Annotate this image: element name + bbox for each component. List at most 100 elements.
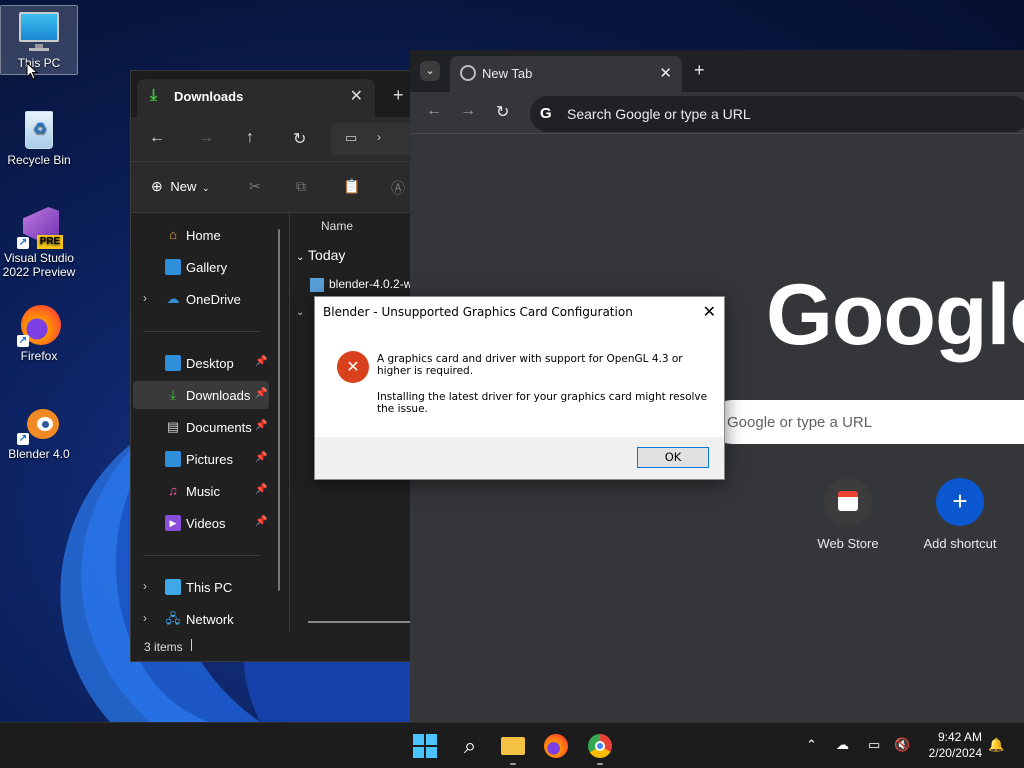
address-bar[interactable]: ▭ › — [331, 123, 419, 155]
chevron-right-icon[interactable]: › — [143, 291, 147, 305]
running-indicator — [510, 763, 516, 765]
document-icon: ▤ — [166, 419, 180, 434]
pin-icon[interactable]: 📌 — [255, 516, 267, 527]
back-arrow-icon[interactable]: ← — [149, 129, 165, 147]
status-divider — [191, 639, 192, 651]
start-button[interactable] — [410, 731, 440, 761]
explorer-tab-downloads[interactable]: ⤓ Downloads ✕ — [137, 79, 375, 117]
omnibox-placeholder: Search Google or type a URL — [567, 106, 751, 122]
cut-icon[interactable]: ✂ — [249, 178, 261, 195]
close-icon[interactable]: ✕ — [703, 302, 716, 321]
sidebar-scrollbar[interactable] — [278, 229, 280, 591]
onedrive-offline-icon[interactable]: ☁ — [836, 737, 849, 753]
dialog-message: A graphics card and driver with support … — [377, 353, 712, 415]
paste-icon[interactable]: 📋 — [343, 178, 360, 195]
sidebar-item-videos[interactable]: ▶ Videos 📌 — [133, 509, 269, 537]
ntp-search-box[interactable]: Google or type a URL — [710, 400, 1024, 444]
network-icon: 🖧 — [165, 611, 181, 626]
chevron-down-icon: ⌄ — [296, 252, 305, 263]
download-icon: ⤓ — [170, 387, 176, 402]
volume-muted-icon[interactable]: 🔇 — [894, 737, 910, 753]
chevron-up-icon[interactable]: ⌃ — [806, 737, 817, 753]
ok-button[interactable]: OK — [637, 447, 709, 468]
chrome-tab-title: New Tab — [482, 66, 533, 81]
plus-icon: + — [936, 478, 984, 526]
sidebar-item-desktop[interactable]: Desktop 📌 — [133, 349, 269, 377]
computer-icon: ▭ — [345, 130, 358, 145]
google-logo: Google — [766, 267, 1024, 363]
sidebar-item-downloads[interactable]: ⤓ Downloads 📌 — [133, 381, 269, 409]
copy-icon[interactable]: ⧉ — [296, 178, 306, 195]
network-icon[interactable]: ▭ — [868, 737, 880, 753]
installer-icon — [310, 277, 324, 292]
folder-icon — [501, 737, 525, 755]
sidebar-item-label: Desktop — [186, 356, 234, 371]
close-tab-icon[interactable]: ✕ — [350, 86, 363, 106]
shortcut-add[interactable]: + Add shortcut — [912, 478, 1008, 551]
rename-icon[interactable]: Ⓐ — [391, 178, 405, 198]
monitor-icon — [165, 579, 181, 595]
back-arrow-icon[interactable]: ← — [426, 102, 442, 120]
firefox-icon — [544, 734, 568, 758]
monitor-icon — [17, 10, 61, 54]
desktop-icon-label: Blender 4.0 — [8, 447, 70, 461]
sidebar-item-this-pc[interactable]: › This PC — [133, 573, 269, 601]
file-name: blender-4.0.2-w — [329, 277, 413, 291]
list-item[interactable]: blender-4.0.2-w — [310, 277, 412, 292]
group-header-today[interactable]: ⌄ Today — [296, 247, 345, 263]
sidebar-divider — [143, 555, 261, 556]
chevron-down-icon[interactable]: ⌄ — [296, 307, 304, 318]
search-icon[interactable]: ⌕ — [455, 731, 485, 761]
dialog-footer: OK — [315, 437, 724, 479]
notification-bell-icon[interactable]: 🔔 — [988, 737, 1004, 753]
sidebar-item-home[interactable]: ⌂ Home — [133, 221, 269, 249]
chrome-favicon-icon — [460, 65, 476, 81]
tab-search-chevron-icon[interactable]: ⌄ — [420, 61, 440, 81]
clock[interactable]: 9:42 AM 2/20/2024 — [929, 729, 982, 761]
pin-icon[interactable]: 📌 — [255, 356, 267, 367]
explorer-command-bar: ⊕ New ⌄ ✂ ⧉ 📋 Ⓐ — [131, 161, 419, 213]
reload-icon[interactable]: ↻ — [496, 102, 509, 122]
sidebar-item-onedrive[interactable]: › ☁ OneDrive — [133, 285, 269, 313]
dialog-title: Blender - Unsupported Graphics Card Conf… — [323, 305, 633, 319]
pin-icon[interactable]: 📌 — [255, 420, 267, 431]
desktop-icon-visual-studio[interactable]: PRE ↗ Visual Studio 2022 Preview — [0, 201, 78, 279]
firefox-icon: ↗ — [17, 303, 61, 347]
forward-arrow-icon[interactable]: → — [198, 129, 214, 147]
new-tab-icon[interactable]: + — [393, 85, 404, 106]
new-button[interactable]: ⊕ New ⌄ — [151, 178, 210, 195]
firefox-taskbar-button[interactable] — [541, 731, 571, 761]
sidebar-item-gallery[interactable]: Gallery — [133, 253, 269, 281]
horizontal-scrollbar[interactable] — [308, 621, 419, 623]
column-header-name[interactable]: Name — [321, 219, 353, 233]
sidebar-item-music[interactable]: ♫ Music 📌 — [133, 477, 269, 505]
pin-icon[interactable]: 📌 — [255, 388, 267, 399]
chevron-right-icon[interactable]: › — [143, 611, 147, 625]
close-tab-icon[interactable]: ✕ — [659, 64, 672, 82]
download-icon: ⤓ — [150, 87, 158, 104]
pin-icon[interactable]: 📌 — [255, 452, 267, 463]
gallery-icon — [165, 259, 181, 275]
desktop-icon-recycle-bin[interactable]: ♻ Recycle Bin — [0, 103, 78, 167]
refresh-icon[interactable]: ↻ — [293, 129, 306, 149]
shortcut-arrow-icon: ↗ — [17, 237, 29, 249]
file-explorer-taskbar-button[interactable] — [498, 731, 528, 761]
pin-icon[interactable]: 📌 — [255, 484, 267, 495]
new-tab-icon[interactable]: + — [694, 60, 705, 81]
sidebar-item-pictures[interactable]: Pictures 📌 — [133, 445, 269, 473]
sidebar-item-network[interactable]: › 🖧 Network — [133, 605, 269, 633]
web-store-icon — [824, 478, 872, 526]
up-arrow-icon[interactable]: ↑ — [246, 129, 254, 147]
omnibox[interactable]: G Search Google or type a URL — [530, 96, 1024, 132]
desktop-icon-blender[interactable]: ↗ Blender 4.0 — [0, 397, 78, 461]
forward-arrow-icon[interactable]: → — [460, 102, 476, 120]
desktop-folder-icon — [165, 355, 181, 371]
chrome-tab-new-tab[interactable]: New Tab ✕ — [450, 56, 682, 92]
explorer-navbar: ← → ↑ ↻ ▭ › — [131, 117, 419, 161]
shortcut-web-store[interactable]: Web Store — [800, 478, 896, 551]
sidebar-item-documents[interactable]: ▤ Documents 📌 — [133, 413, 269, 441]
desktop-icon-firefox[interactable]: ↗ Firefox — [0, 299, 78, 363]
chrome-taskbar-button[interactable] — [585, 731, 615, 761]
plus-circle-icon: ⊕ — [151, 178, 163, 194]
chevron-right-icon[interactable]: › — [143, 579, 147, 593]
